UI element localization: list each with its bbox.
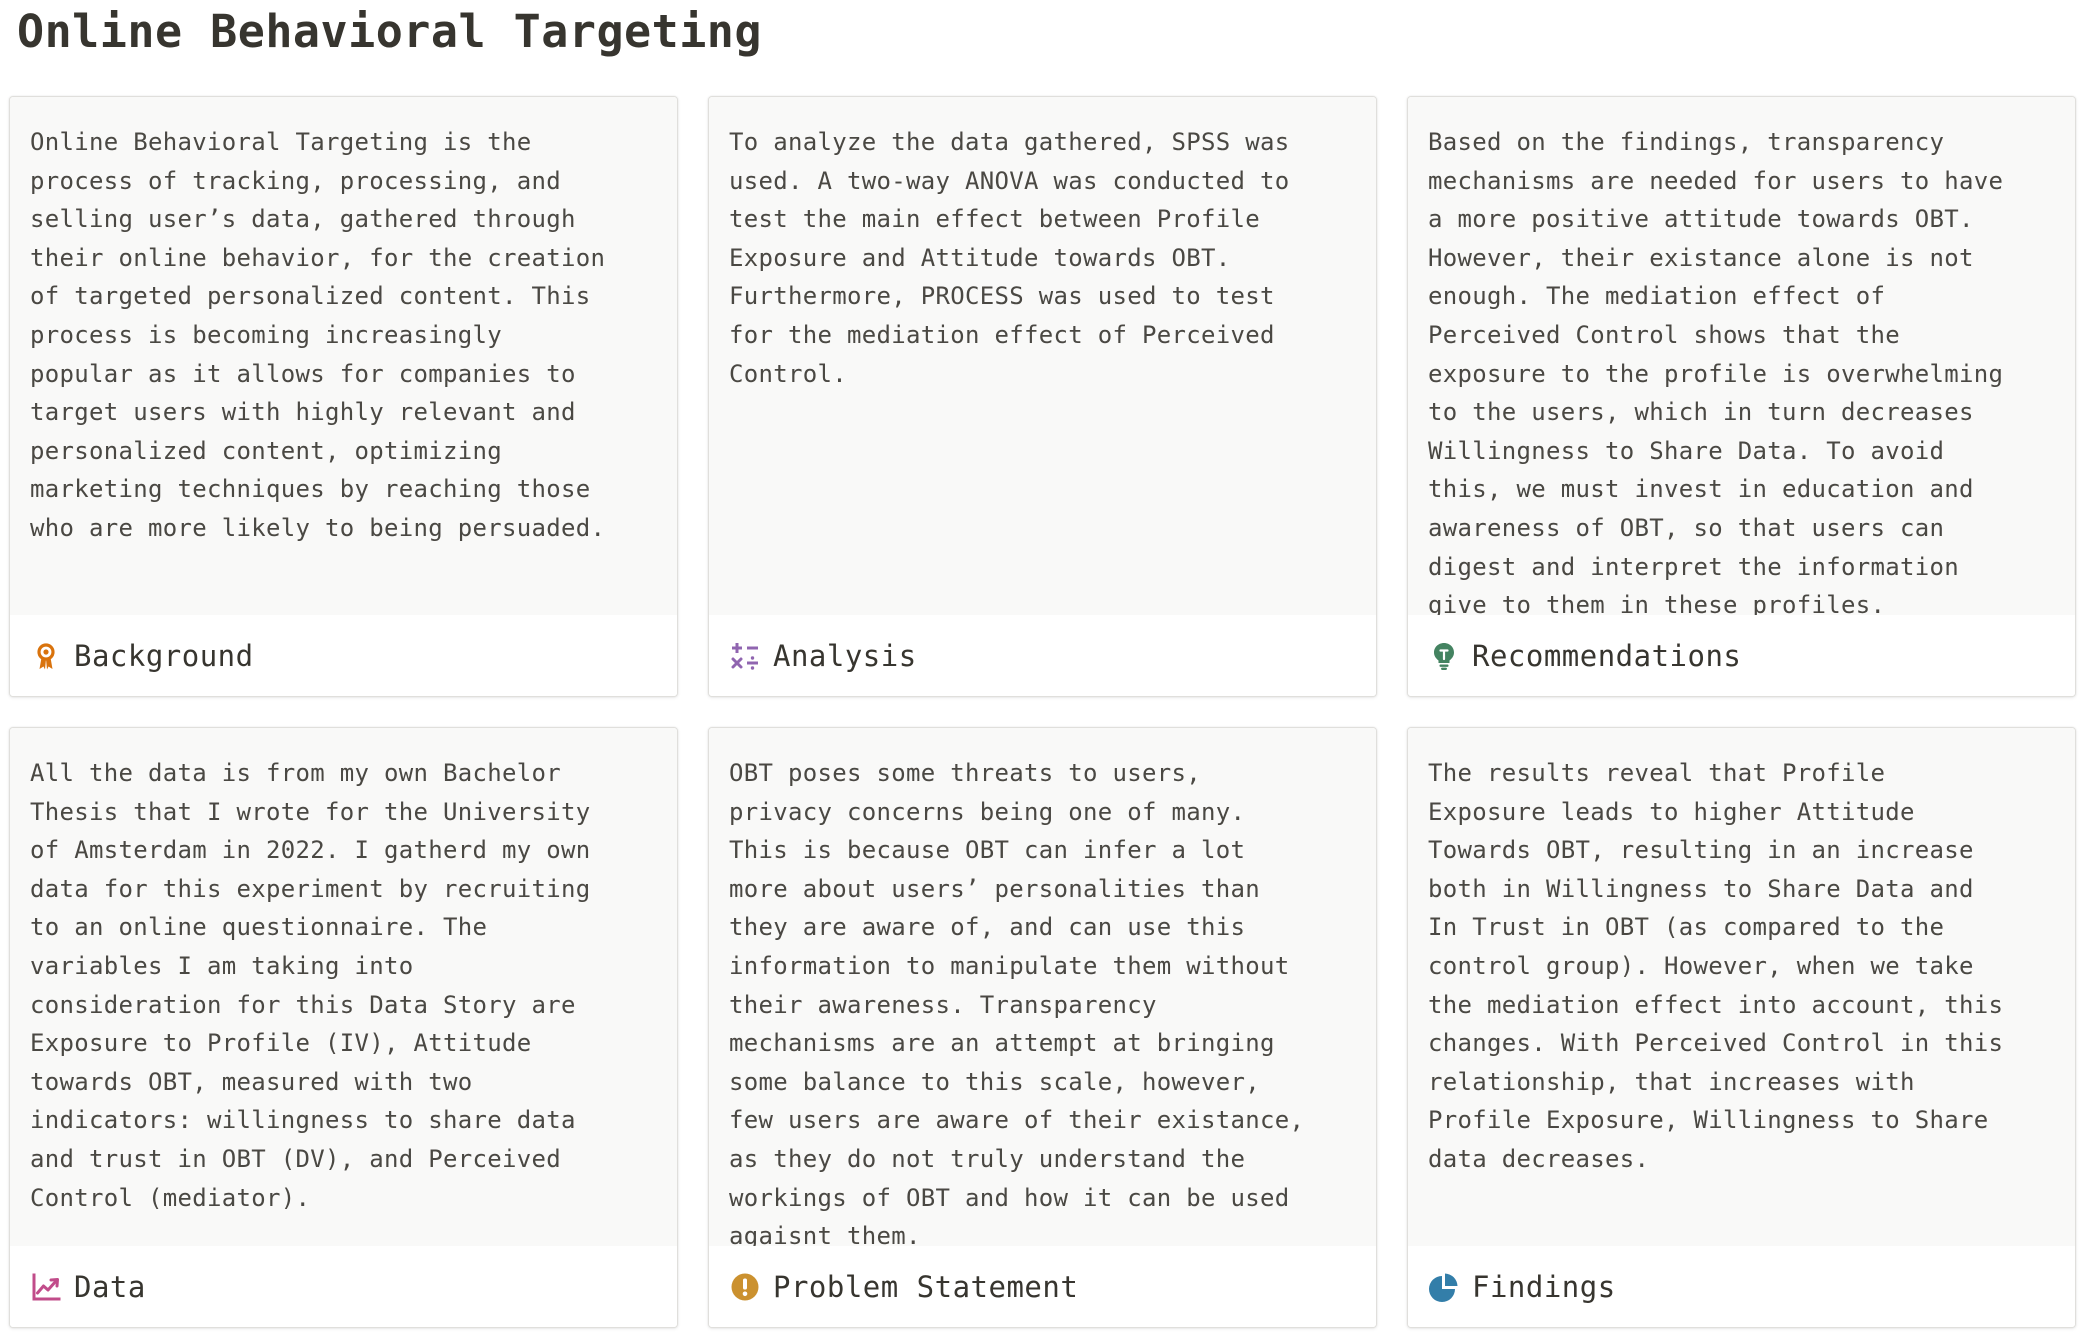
card-preview-text: OBT poses some threats to users, privacy… — [729, 759, 1305, 1248]
gallery-grid: Online Behavioral Targeting is the proce… — [9, 96, 2076, 1328]
calculator-operators-icon — [729, 640, 761, 672]
card-title: Findings — [1472, 1269, 1616, 1304]
card-preview-text: The results reveal that Profile Exposure… — [1428, 759, 2004, 1173]
card-footer: Recommendations — [1408, 615, 2075, 696]
exclamation-circle-icon — [729, 1271, 761, 1303]
card-preview-text: Based on the findings, transparency mech… — [1428, 128, 2004, 617]
card-analysis[interactable]: To analyze the data gathered, SPSS was u… — [708, 96, 1377, 697]
card-problem-statement[interactable]: OBT poses some threats to users, privacy… — [708, 727, 1377, 1328]
card-footer: Problem Statement — [709, 1246, 1376, 1327]
trending-chart-icon — [30, 1271, 62, 1303]
lightbulb-icon — [1428, 640, 1460, 672]
card-findings[interactable]: The results reveal that Profile Exposure… — [1407, 727, 2076, 1328]
page-title: Online Behavioral Targeting — [17, 5, 762, 58]
card-preview: To analyze the data gathered, SPSS was u… — [709, 97, 1376, 617]
award-ribbon-icon — [30, 640, 62, 672]
card-data[interactable]: All the data is from my own Bachelor The… — [9, 727, 678, 1328]
card-preview-text: Online Behavioral Targeting is the proce… — [30, 128, 606, 542]
card-preview: Online Behavioral Targeting is the proce… — [10, 97, 677, 617]
card-footer: Analysis — [709, 615, 1376, 696]
card-preview-text: All the data is from my own Bachelor The… — [30, 759, 591, 1212]
card-title: Recommendations — [1472, 638, 1742, 673]
pie-chart-icon — [1428, 1271, 1460, 1303]
card-background[interactable]: Online Behavioral Targeting is the proce… — [9, 96, 678, 697]
card-title: Background — [74, 638, 254, 673]
card-preview: Based on the findings, transparency mech… — [1408, 97, 2075, 617]
card-title: Analysis — [773, 638, 917, 673]
card-footer: Data — [10, 1246, 677, 1327]
card-preview: All the data is from my own Bachelor The… — [10, 728, 677, 1248]
card-title: Problem Statement — [773, 1269, 1079, 1304]
card-title: Data — [74, 1269, 146, 1304]
card-preview: The results reveal that Profile Exposure… — [1408, 728, 2075, 1248]
card-footer: Background — [10, 615, 677, 696]
card-footer: Findings — [1408, 1246, 2075, 1327]
card-preview-text: To analyze the data gathered, SPSS was u… — [729, 128, 1290, 388]
card-preview: OBT poses some threats to users, privacy… — [709, 728, 1376, 1248]
card-recommendations[interactable]: Based on the findings, transparency mech… — [1407, 96, 2076, 697]
